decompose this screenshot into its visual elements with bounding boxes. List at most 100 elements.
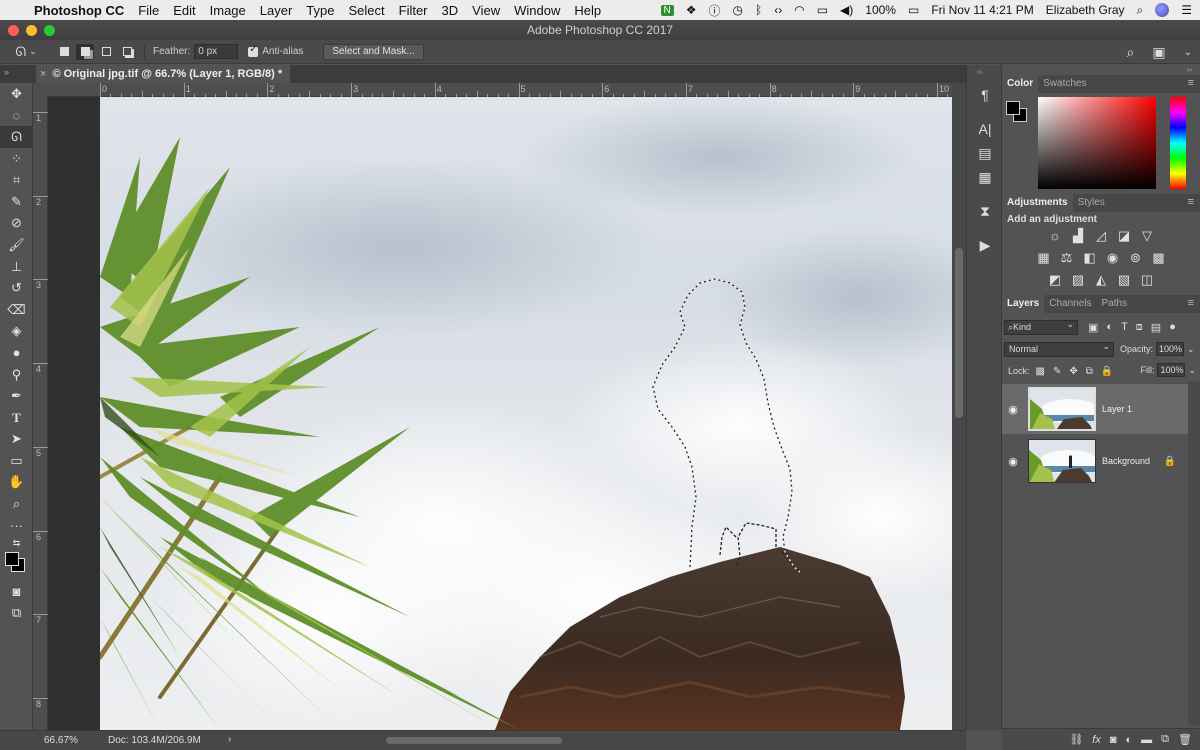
quick-mask-icon[interactable]: ◙ — [0, 580, 33, 602]
threshold-icon[interactable]: ◭ — [1094, 272, 1109, 288]
code-icon[interactable]: ‹› — [774, 3, 782, 17]
lock-position-icon[interactable]: ✥ — [1069, 366, 1077, 377]
marquee-tool-icon[interactable]: ◌ — [0, 105, 33, 127]
actions-panel-icon[interactable]: ▶ — [967, 237, 1003, 254]
layer-style-icon[interactable]: fx — [1092, 734, 1101, 746]
app-menu[interactable]: Photoshop CC — [34, 3, 124, 18]
filter-shape-icon[interactable]: ⧈ — [1136, 321, 1143, 334]
filter-adjustment-icon[interactable]: ◐ — [1106, 321, 1113, 334]
battery-icon[interactable]: ▭ — [908, 3, 919, 17]
lasso-tool-icon[interactable]: ᘏ — [0, 126, 33, 148]
color-picker-field[interactable] — [1038, 97, 1156, 189]
workspace-chevron-icon[interactable]: ⌄ — [1184, 47, 1192, 58]
gradient-map-icon[interactable]: ▧ — [1117, 272, 1132, 288]
properties-panel-icon[interactable]: ▤ — [967, 145, 1003, 162]
zoom-tool-icon[interactable]: ⌕ — [0, 493, 33, 515]
layer-row[interactable]: ◉ Layer 1 — [1002, 384, 1188, 434]
tab-channels[interactable]: Channels — [1044, 295, 1096, 313]
delete-layer-icon[interactable]: 🗑 — [1178, 733, 1192, 746]
layer-name[interactable]: Layer 1 — [1102, 404, 1132, 414]
horizontal-scroll-thumb[interactable] — [386, 737, 562, 744]
document-size[interactable]: Doc: 103.4M/206.9M — [108, 735, 201, 746]
close-window-button[interactable] — [8, 25, 19, 36]
opacity-chevron-icon[interactable]: ⌄ — [1187, 344, 1195, 355]
history-panel-icon[interactable]: ⧗ — [967, 203, 1003, 220]
hue-saturation-icon[interactable]: ▦ — [1036, 250, 1051, 266]
panel-menu-icon[interactable]: ≡ — [1188, 297, 1194, 309]
tool-preset-picker[interactable]: ᘏ ⌄ — [0, 44, 52, 60]
ruler-origin[interactable] — [33, 83, 48, 97]
horizontal-ruler[interactable]: 0 1 2 3 4 5 6 7 8 9 10 — [48, 83, 952, 97]
menu-file[interactable]: File — [138, 3, 159, 18]
eyedropper-tool-icon[interactable]: ✎ — [0, 191, 33, 213]
zoom-level[interactable]: 66.67% — [44, 735, 78, 746]
add-mask-icon[interactable]: ◙ — [1110, 734, 1117, 746]
menu-filter[interactable]: Filter — [399, 3, 428, 18]
lock-icon[interactable]: 🔒 — [1164, 456, 1176, 467]
healing-brush-tool-icon[interactable]: ⊘ — [0, 213, 33, 235]
lock-all-icon[interactable]: 🔒 — [1101, 366, 1113, 377]
lock-artboard-icon[interactable]: ⧉ — [1086, 366, 1093, 377]
hand-tool-icon[interactable]: ✋ — [0, 472, 33, 494]
channel-mixer-icon[interactable]: ⊚ — [1128, 250, 1143, 266]
menu-type[interactable]: Type — [306, 3, 334, 18]
color-balance-icon[interactable]: ⚖ — [1059, 250, 1074, 266]
lock-transparent-icon[interactable]: ▩ — [1036, 366, 1045, 377]
selective-color-icon[interactable]: ◫ — [1140, 272, 1155, 288]
collapse-dock-icon[interactable]: ›› — [1187, 65, 1192, 74]
gpu-status-icon[interactable]: N — [660, 4, 674, 16]
vertical-ruler[interactable]: 1 2 3 4 5 6 7 8 — [33, 97, 48, 730]
canvas-area[interactable] — [48, 97, 952, 730]
tab-adjustments[interactable]: Adjustments — [1002, 194, 1073, 212]
more-tools-icon[interactable]: ··· — [0, 515, 33, 537]
posterize-icon[interactable]: ▨ — [1071, 272, 1086, 288]
tab-layers[interactable]: Layers — [1002, 295, 1045, 313]
wifi-icon[interactable]: ◠ — [794, 3, 804, 17]
brush-tool-icon[interactable]: 🖌 — [0, 234, 33, 256]
subtract-from-selection-button[interactable] — [97, 44, 115, 60]
clone-stamp-tool-icon[interactable]: ⊥ — [0, 256, 33, 278]
document-tab[interactable]: × © Original jpg.tif @ 66.7% (Layer 1, RG… — [36, 65, 291, 83]
layer-name[interactable]: Background — [1102, 456, 1150, 466]
tab-styles[interactable]: Styles — [1073, 194, 1110, 212]
zoom-window-button[interactable] — [44, 25, 55, 36]
notes-panel-icon[interactable]: ▦ — [967, 169, 1003, 186]
vibrance-icon[interactable]: ▽ — [1140, 228, 1155, 244]
fill-field[interactable]: 100% — [1157, 363, 1186, 377]
pen-tool-icon[interactable]: ✒ — [0, 385, 33, 407]
photo-filter-icon[interactable]: ◉ — [1105, 250, 1120, 266]
paint-bucket-tool-icon[interactable]: ◈ — [0, 321, 33, 343]
screen-mode-icon[interactable]: ⧉ — [0, 602, 33, 624]
info-icon[interactable]: ⓘ — [709, 2, 721, 19]
clock[interactable]: Fri Nov 11 4:21 PM — [931, 3, 1033, 17]
black-white-icon[interactable]: ◧ — [1082, 250, 1097, 266]
brightness-contrast-icon[interactable]: ☼ — [1048, 228, 1063, 244]
type-tool-icon[interactable]: T — [0, 407, 33, 429]
hue-slider[interactable] — [1170, 97, 1186, 189]
foreground-color[interactable] — [5, 552, 19, 567]
rectangle-tool-icon[interactable]: ▭ — [0, 450, 33, 472]
canvas-vertical-scrollbar[interactable] — [952, 83, 966, 730]
dodge-tool-icon[interactable]: ⚲ — [0, 364, 33, 386]
new-layer-icon[interactable]: ⧉ — [1161, 733, 1169, 746]
filter-smart-object-icon[interactable]: ▤ — [1151, 321, 1161, 334]
menu-3d[interactable]: 3D — [442, 3, 459, 18]
color-lookup-icon[interactable]: ▩ — [1151, 250, 1166, 266]
color-panel-foreground[interactable] — [1006, 101, 1020, 115]
time-machine-icon[interactable]: ◷ — [733, 3, 743, 17]
volume-icon[interactable]: ◀) — [840, 3, 853, 17]
search-icon[interactable]: ⌕ — [1127, 44, 1135, 61]
menu-window[interactable]: Window — [514, 3, 560, 18]
curves-icon[interactable]: ◿ — [1094, 228, 1109, 244]
invert-icon[interactable]: ◩ — [1048, 272, 1063, 288]
tab-paths[interactable]: Paths — [1097, 295, 1133, 313]
bluetooth-icon[interactable]: ᛒ — [755, 3, 762, 17]
menu-layer[interactable]: Layer — [260, 3, 293, 18]
filter-pixel-icon[interactable]: ▣ — [1088, 321, 1098, 334]
minimize-window-button[interactable] — [26, 25, 37, 36]
color-swatches[interactable] — [0, 550, 33, 580]
tab-color[interactable]: Color — [1002, 75, 1039, 93]
visibility-eye-icon[interactable]: ◉ — [1002, 403, 1024, 416]
layer-thumbnail[interactable] — [1028, 439, 1096, 483]
menu-help[interactable]: Help — [574, 3, 601, 18]
